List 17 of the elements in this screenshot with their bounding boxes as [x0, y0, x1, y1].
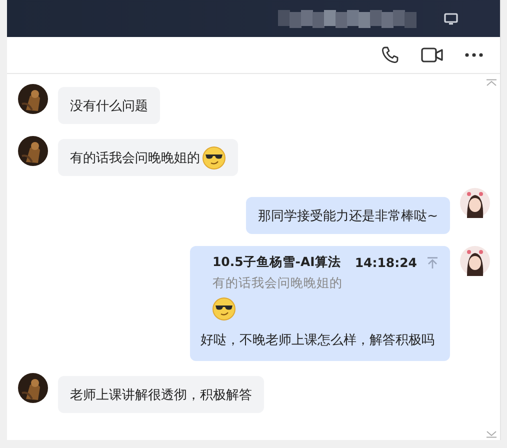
quoted-message: 有的话我会问晚晚姐的	[211, 275, 342, 292]
quote-author: 10.5子鱼杨雪-AI算法	[212, 254, 341, 271]
avatar[interactable]	[460, 188, 490, 218]
message-bubble: 老师上课讲解很透彻，积极解答	[58, 376, 264, 413]
message-bubble: 有的话我会问晚晚姐的	[58, 139, 238, 176]
message-text: 好哒，不晚老师上课怎么样，解答积极吗	[200, 332, 434, 350]
message-bubble: 没有什么问题	[58, 87, 160, 124]
avatar[interactable]	[18, 84, 48, 114]
monitor-icon[interactable]	[444, 12, 458, 24]
avatar[interactable]	[18, 373, 48, 403]
avatar[interactable]	[460, 246, 490, 276]
message-bubble: 那同学接受能力还是非常棒哒~	[246, 197, 450, 234]
more-icon[interactable]	[465, 53, 483, 57]
video-camera-icon[interactable]	[421, 47, 443, 63]
phone-icon[interactable]	[381, 46, 399, 64]
quote-time: 14:18:24	[354, 255, 417, 270]
avatar[interactable]	[18, 136, 48, 166]
